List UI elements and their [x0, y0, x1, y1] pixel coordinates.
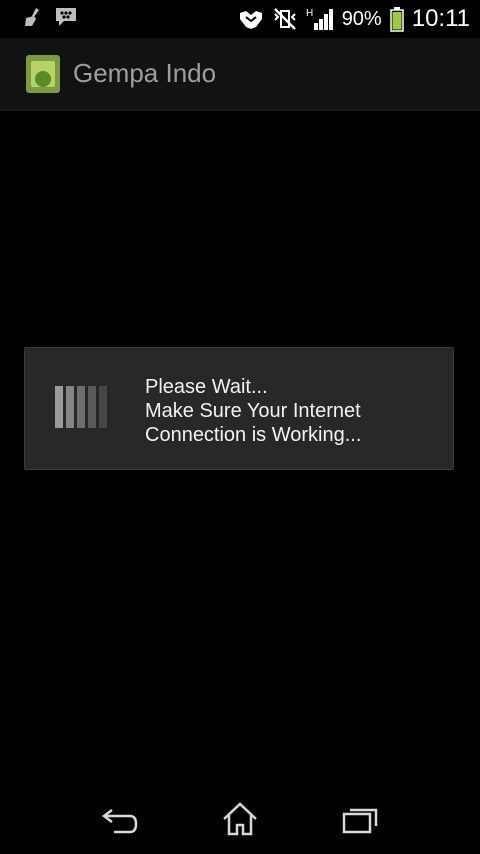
clock: 10:11 — [411, 5, 470, 32]
dialog-line-1: Please Wait... — [145, 376, 268, 398]
battery-percent: 90% — [341, 7, 382, 30]
network-type-label: H — [306, 8, 313, 19]
handshake-icon — [238, 7, 264, 31]
android-app-icon[interactable] — [26, 55, 60, 93]
spinner-bar — [55, 386, 63, 428]
app-title: Gempa Indo — [73, 58, 217, 88]
bbm-icon — [54, 6, 78, 28]
recent-apps-icon[interactable] — [340, 800, 380, 845]
action-bar: Gempa Indo — [0, 38, 480, 111]
signal-icon: H — [306, 6, 334, 32]
status-bar: H 90% 10:11 — [0, 0, 480, 38]
navigation-bar — [0, 786, 480, 854]
dialog-line-2: Make Sure Your Internet — [145, 400, 361, 422]
spinner-bar — [88, 386, 96, 428]
progress-spinner — [55, 386, 107, 428]
vibrate-off-icon — [272, 6, 298, 32]
back-icon[interactable] — [100, 800, 140, 845]
spinner-bar — [66, 386, 74, 428]
home-icon[interactable] — [220, 800, 260, 845]
dialog-line-3: Connection is Working... — [145, 424, 362, 446]
progress-dialog: Please Wait... Make Sure Your Internet C… — [24, 347, 454, 470]
spinner-bar — [99, 386, 107, 428]
spinner-bar — [77, 386, 85, 428]
dialog-message: Please Wait... Make Sure Your Internet C… — [145, 375, 361, 447]
cleaner-icon — [22, 6, 44, 28]
battery-icon — [389, 6, 404, 32]
